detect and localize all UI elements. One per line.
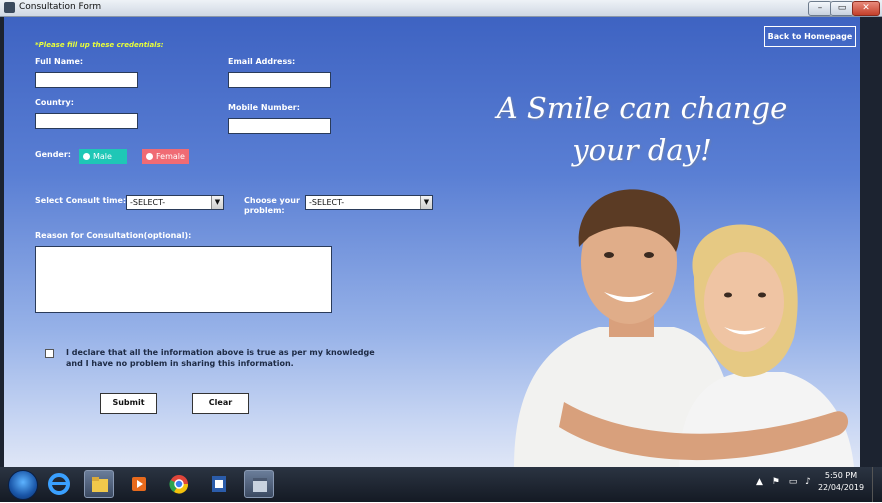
internet-explorer-icon[interactable] — [44, 470, 74, 498]
consult-time-value: -SELECT- — [130, 198, 166, 207]
declaration-text: I declare that all the information above… — [66, 347, 375, 369]
email-label: Email Address: — [228, 57, 296, 66]
clock[interactable]: 5:50 PM 22/04/2019 — [816, 470, 866, 494]
word-icon[interactable] — [204, 470, 234, 498]
show-desktop-button[interactable] — [872, 467, 882, 502]
flag-icon[interactable]: ⚑ — [772, 477, 780, 487]
full-name-label: Full Name: — [35, 57, 84, 66]
female-label: Female — [156, 152, 185, 161]
maximize-icon: ▭ — [837, 3, 847, 13]
application-window: Consultation Form – ▭ ✕ *Please fill up … — [0, 0, 882, 502]
consult-time-select[interactable]: -SELECT- ▼ — [126, 195, 224, 210]
problem-value: -SELECT- — [309, 198, 345, 207]
show-hidden-icon[interactable]: ▲ — [756, 477, 763, 487]
submit-button[interactable]: Submit — [100, 393, 157, 414]
couple-photo — [514, 189, 854, 467]
country-field[interactable] — [35, 113, 138, 129]
clock-date: 22/04/2019 — [817, 483, 865, 492]
taskbar: ▲ ⚑ ▭ ♪ 5:50 PM 22/04/2019 — [0, 467, 882, 502]
system-tray: ▲ ⚑ ▭ ♪ — [756, 477, 811, 487]
reason-label: Reason for Consultation(optional): — [35, 231, 192, 240]
declaration-line2: and I have no problem in sharing this in… — [66, 359, 294, 368]
declaration-line1: I declare that all the information above… — [66, 348, 375, 357]
problem-label-line1: Choose your — [244, 196, 300, 205]
network-icon[interactable]: ▭ — [789, 477, 798, 487]
problem-label-line2: problem: — [244, 206, 285, 215]
media-player-icon[interactable] — [124, 470, 154, 498]
title-bar[interactable]: Consultation Form – ▭ ✕ — [0, 0, 882, 17]
consultation-form-panel: *Please fill up these credentials: Full … — [4, 17, 860, 467]
consult-time-label: Select Consult time: — [35, 196, 127, 205]
email-field[interactable] — [228, 72, 331, 88]
maximize-button[interactable]: ▭ — [830, 1, 854, 16]
clear-button[interactable]: Clear — [192, 393, 249, 414]
problem-label: Choose your problem: — [244, 196, 300, 216]
chevron-down-icon[interactable]: ▼ — [420, 196, 432, 209]
radio-dot — [146, 153, 153, 160]
country-label: Country: — [35, 98, 74, 107]
mobile-label: Mobile Number: — [228, 103, 300, 112]
tagline: A Smile can change your day! — [472, 87, 812, 171]
windows-start-icon[interactable] — [8, 470, 38, 500]
volume-icon[interactable]: ♪ — [805, 477, 811, 487]
problem-select[interactable]: -SELECT- ▼ — [305, 195, 433, 210]
instruction-text: *Please fill up these credentials: — [35, 41, 164, 49]
chrome-icon[interactable] — [164, 470, 194, 498]
app-icon — [4, 2, 15, 13]
gender-radio-male[interactable]: Male — [79, 149, 127, 164]
mobile-number-field[interactable] — [228, 118, 331, 134]
radio-dot — [83, 153, 90, 160]
declaration-checkbox[interactable] — [45, 349, 54, 358]
tagline-line1: A Smile can change — [496, 91, 788, 125]
close-icon: ✕ — [862, 3, 870, 13]
clock-time: 5:50 PM — [824, 471, 858, 480]
java-app-icon[interactable] — [244, 470, 274, 498]
gender-radio-female[interactable]: Female — [142, 149, 189, 164]
male-label: Male — [93, 152, 112, 161]
window-title: Consultation Form — [19, 2, 102, 12]
minimize-icon: – — [817, 3, 823, 13]
tagline-line2: your day! — [572, 133, 712, 167]
full-name-field[interactable] — [35, 72, 138, 88]
close-button[interactable]: ✕ — [852, 1, 880, 16]
file-explorer-icon[interactable] — [84, 470, 114, 498]
gender-label: Gender: — [35, 150, 71, 159]
reason-textarea[interactable] — [35, 246, 332, 313]
back-to-homepage-button[interactable]: Back to Homepage — [764, 26, 856, 47]
minimize-button[interactable]: – — [808, 1, 832, 16]
chevron-down-icon[interactable]: ▼ — [211, 196, 223, 209]
